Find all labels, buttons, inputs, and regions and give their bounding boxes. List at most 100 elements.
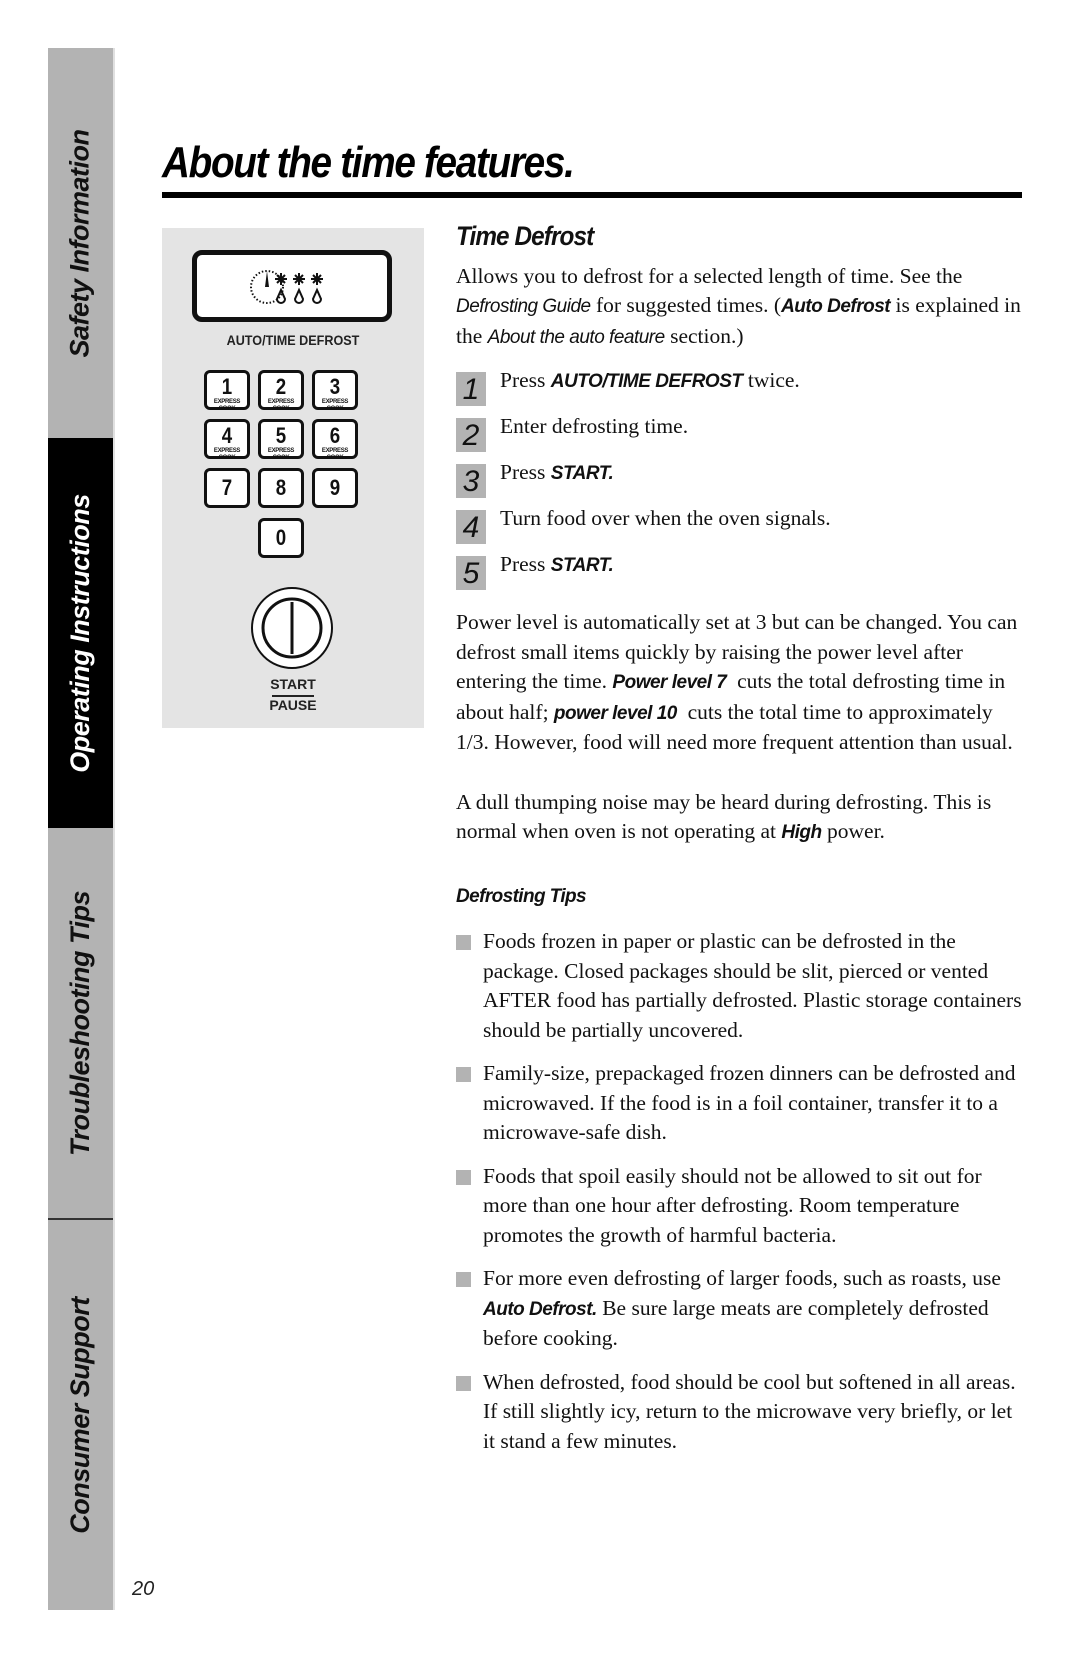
step-text: Turn food over when the oven signals.: [500, 506, 831, 530]
step-text: Enter defrosting time.: [500, 414, 689, 438]
power-level-10: power level 10: [553, 702, 677, 724]
key-number: 2: [275, 374, 287, 399]
step: 2 Enter defrosting time.: [456, 412, 1026, 458]
tip-item: For more even defrosting of larger foods…: [456, 1264, 1026, 1354]
step-text: twice.: [742, 368, 800, 392]
tip-text: Foods that spoil easily should not be al…: [483, 1163, 982, 1247]
step-key: START.: [550, 463, 614, 484]
tab-troubleshooting-tips[interactable]: Troubleshooting Tips: [48, 828, 113, 1218]
keypad-key-0[interactable]: 0: [258, 518, 304, 558]
step-number-badge: 4: [456, 510, 486, 544]
step-text: Press: [500, 368, 551, 392]
step-key: AUTO/TIME DEFROST: [550, 371, 743, 392]
display-window: [192, 250, 392, 322]
tab-label: Operating Instructions: [65, 493, 95, 773]
step-text: Press: [500, 460, 551, 484]
auto-time-defrost-label: AUTO/TIME DEFROST: [226, 332, 360, 348]
start-label: START: [270, 676, 316, 692]
bullet-square-icon: [456, 1272, 471, 1287]
defrosting-tips-heading: Defrosting Tips: [456, 885, 587, 907]
tip-item: Family-size, prepackaged frozen dinners …: [456, 1059, 1026, 1148]
steps-list: 1 Press AUTO/TIME DEFROST twice. 2 Enter d…: [456, 366, 1026, 596]
defrost-display-icon: [250, 270, 323, 304]
start-pause-button[interactable]: [250, 586, 334, 670]
key-number: 6: [329, 423, 341, 448]
key-number: 9: [329, 475, 341, 500]
noise-paragraph: A dull thumping noise may be heard durin…: [456, 788, 1026, 848]
tip-text: When defrosted, food should be cool but …: [483, 1369, 1016, 1453]
text: A dull thumping noise may be heard durin…: [456, 789, 992, 844]
step: 4 Turn food over when the oven signals.: [456, 504, 1026, 550]
key-sublabel: EXPRESS COOK: [213, 399, 241, 412]
key-number: 7: [221, 475, 233, 500]
tab-label: Safety Information: [65, 128, 95, 358]
key-sublabel: EXPRESS COOK: [267, 448, 295, 461]
step-text: Press: [500, 552, 551, 576]
text: power.: [821, 819, 885, 843]
step-number-badge: 5: [456, 556, 486, 590]
keypad-key-8[interactable]: 8: [258, 468, 304, 508]
bullet-square-icon: [456, 935, 471, 950]
key-sublabel: EXPRESS COOK: [267, 399, 295, 412]
tab-label: Troubleshooting Tips: [65, 890, 95, 1156]
keypad-key-2[interactable]: 2 EXPRESS COOK: [258, 370, 304, 412]
key-sublabel: EXPRESS COOK: [321, 448, 349, 461]
tab-safety-information[interactable]: Safety Information: [48, 48, 113, 438]
step-number-badge: 2: [456, 418, 486, 452]
text: section.): [664, 323, 744, 348]
key-number: 5: [275, 423, 287, 448]
step: 3 Press START.: [456, 458, 1026, 504]
tip-text: Family-size, prepackaged frozen dinners …: [483, 1061, 1016, 1144]
bullet-square-icon: [456, 1375, 471, 1391]
title-rule: [162, 192, 1022, 198]
defrosting-guide-ref: Defrosting Guide: [456, 296, 591, 317]
tip-text: Foods frozen in paper or plastic can be …: [483, 929, 1022, 1042]
page-number: 20: [132, 1578, 155, 1600]
step: 1 Press AUTO/TIME DEFROST twice.: [456, 366, 1026, 412]
key-sublabel: EXPRESS COOK: [321, 399, 349, 412]
key-number: 3: [329, 374, 341, 399]
tip-item: Foods that spoil easily should not be al…: [456, 1162, 1026, 1251]
key-number: 0: [275, 525, 287, 550]
step-number-badge: 3: [456, 464, 486, 498]
step: 5 Press START.: [456, 550, 1026, 596]
keypad-key-1[interactable]: 1 EXPRESS COOK: [204, 370, 250, 412]
key-number: 8: [275, 475, 287, 500]
tip-item: When defrosted, food should be cool but …: [456, 1368, 1026, 1457]
high-power-ref: High: [781, 822, 822, 843]
auto-defrost-ref: Auto Defrost: [781, 296, 891, 317]
auto-defrost-ref: Auto Defrost.: [483, 1298, 597, 1320]
tab-edge: [113, 48, 115, 1610]
page-title: About the time features.: [162, 138, 575, 187]
keypad-key-9[interactable]: 9: [312, 468, 358, 508]
tab-label: Consumer Support: [65, 1296, 96, 1534]
keypad-key-6[interactable]: 6 EXPRESS COOK: [312, 419, 358, 461]
power-level-paragraph: Power level is automatically set at 3 bu…: [456, 608, 1026, 758]
tab-operating-instructions[interactable]: Operating Instructions: [48, 438, 113, 828]
step-number-badge: 1: [456, 372, 486, 406]
text: Allows you to defrost for a selected len…: [456, 263, 963, 288]
intro-paragraph: Allows you to defrost for a selected len…: [456, 262, 1026, 353]
keypad-key-7[interactable]: 7: [204, 468, 250, 508]
key-number: 1: [221, 374, 233, 399]
section-heading: Time Defrost: [456, 221, 594, 251]
pause-label: PAUSE: [269, 697, 317, 713]
tip-text: For more even defrosting of larger foods…: [483, 1266, 1001, 1290]
about-auto-feature-ref: About the auto feature: [487, 326, 666, 348]
bullet-square-icon: [456, 1169, 471, 1185]
bullet-square-icon: [456, 1067, 471, 1082]
tab-consumer-support[interactable]: Consumer Support: [48, 1220, 113, 1610]
keypad-key-5[interactable]: 5 EXPRESS COOK: [258, 419, 304, 461]
key-number: 4: [221, 423, 233, 448]
control-panel-illustration: AUTO/TIME DEFROST 1 EXPRESS COOK 2 EXPRESS…: [162, 228, 424, 728]
power-level-7: Power level 7: [612, 672, 727, 693]
tips-list: Foods frozen in paper or plastic can be …: [456, 927, 1026, 1456]
text: for suggested times. (: [590, 293, 782, 317]
key-sublabel: EXPRESS COOK: [213, 448, 241, 461]
step-key: START.: [550, 555, 614, 576]
tip-item: Foods frozen in paper or plastic can be …: [456, 927, 1026, 1045]
keypad-key-3[interactable]: 3 EXPRESS COOK: [312, 370, 358, 412]
keypad-key-4[interactable]: 4 EXPRESS COOK: [204, 419, 250, 461]
content-column: Time Defrost Allows you to defrost for a…: [456, 221, 1026, 1470]
section-tabs: Safety Information Operating Instruction…: [48, 48, 113, 1610]
